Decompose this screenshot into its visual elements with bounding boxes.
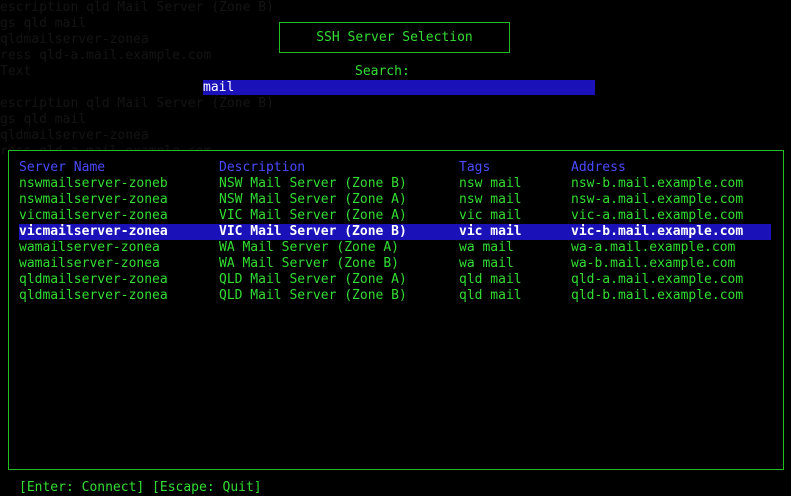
description-cell: VIC Mail Server (Zone B) (219, 224, 407, 239)
column-header-tags: Tags (459, 160, 491, 175)
address-cell: wa-a.mail.example.com (571, 240, 736, 255)
table-row[interactable]: qldmailserver-zonea QLD Mail Server (Zon… (19, 272, 771, 288)
table-row[interactable]: vicmailserver-zonea VIC Mail Server (Zon… (19, 208, 771, 224)
description-cell: NSW Mail Server (Zone B) (219, 176, 407, 191)
address-cell: qld-a.mail.example.com (571, 272, 744, 287)
address-cell: vic-a.mail.example.com (571, 208, 744, 223)
description-cell: WA Mail Server (Zone A) (219, 240, 400, 255)
column-header-description: Description (219, 160, 306, 175)
dialog-title: SSH Server Selection (279, 22, 510, 53)
tags-cell: vic mail (459, 224, 522, 239)
server-name-cell: vicmailserver-zonea (19, 208, 168, 223)
server-name-cell: nswmailserver-zonea (19, 192, 168, 207)
address-cell: wa-b.mail.example.com (571, 256, 736, 271)
table-row[interactable]: wamailserver-zonea WA Mail Server (Zone … (19, 256, 771, 272)
dialog-title-text: SSH Server Selection (316, 30, 473, 45)
table-header: Server Name Description Tags Address (19, 160, 771, 176)
address-cell: vic-b.mail.example.com (571, 224, 744, 239)
tags-cell: wa mail (459, 256, 514, 271)
tags-cell: nsw mail (459, 192, 522, 207)
server-name-cell: qldmailserver-zonea (19, 288, 168, 303)
description-cell: NSW Mail Server (Zone A) (219, 192, 407, 207)
search-label: Search: (355, 64, 410, 79)
table-row[interactable]: wamailserver-zonea WA Mail Server (Zone … (19, 240, 771, 256)
table-row[interactable]: nswmailserver-zoneb NSW Mail Server (Zon… (19, 176, 771, 192)
description-cell: WA Mail Server (Zone B) (219, 256, 400, 271)
tags-cell: qld mail (459, 272, 522, 287)
table-row[interactable]: nswmailserver-zonea NSW Mail Server (Zon… (19, 192, 771, 208)
table-row[interactable]: qldmailserver-zonea QLD Mail Server (Zon… (19, 288, 771, 304)
description-cell: QLD Mail Server (Zone B) (219, 288, 407, 303)
table-row[interactable]: vicmailserver-zonea VIC Mail Server (Zon… (19, 224, 771, 240)
server-name-cell: wamailserver-zonea (19, 240, 160, 255)
server-name-cell: wamailserver-zonea (19, 256, 160, 271)
tags-cell: nsw mail (459, 176, 522, 191)
description-cell: QLD Mail Server (Zone A) (219, 272, 407, 287)
server-name-cell: qldmailserver-zonea (19, 272, 168, 287)
tags-cell: qld mail (459, 288, 522, 303)
address-cell: nsw-b.mail.example.com (571, 176, 744, 191)
column-header-server-name: Server Name (19, 160, 106, 175)
tags-cell: wa mail (459, 240, 514, 255)
keybinding-hints: [Enter: Connect] [Escape: Quit] (19, 480, 262, 495)
address-cell: qld-b.mail.example.com (571, 288, 744, 303)
address-cell: nsw-a.mail.example.com (571, 192, 744, 207)
tags-cell: vic mail (459, 208, 522, 223)
description-cell: VIC Mail Server (Zone A) (219, 208, 407, 223)
column-header-address: Address (571, 160, 626, 175)
server-name-cell: nswmailserver-zoneb (19, 176, 168, 191)
search-input[interactable]: mail (203, 80, 595, 95)
server-name-cell: vicmailserver-zonea (19, 224, 168, 239)
